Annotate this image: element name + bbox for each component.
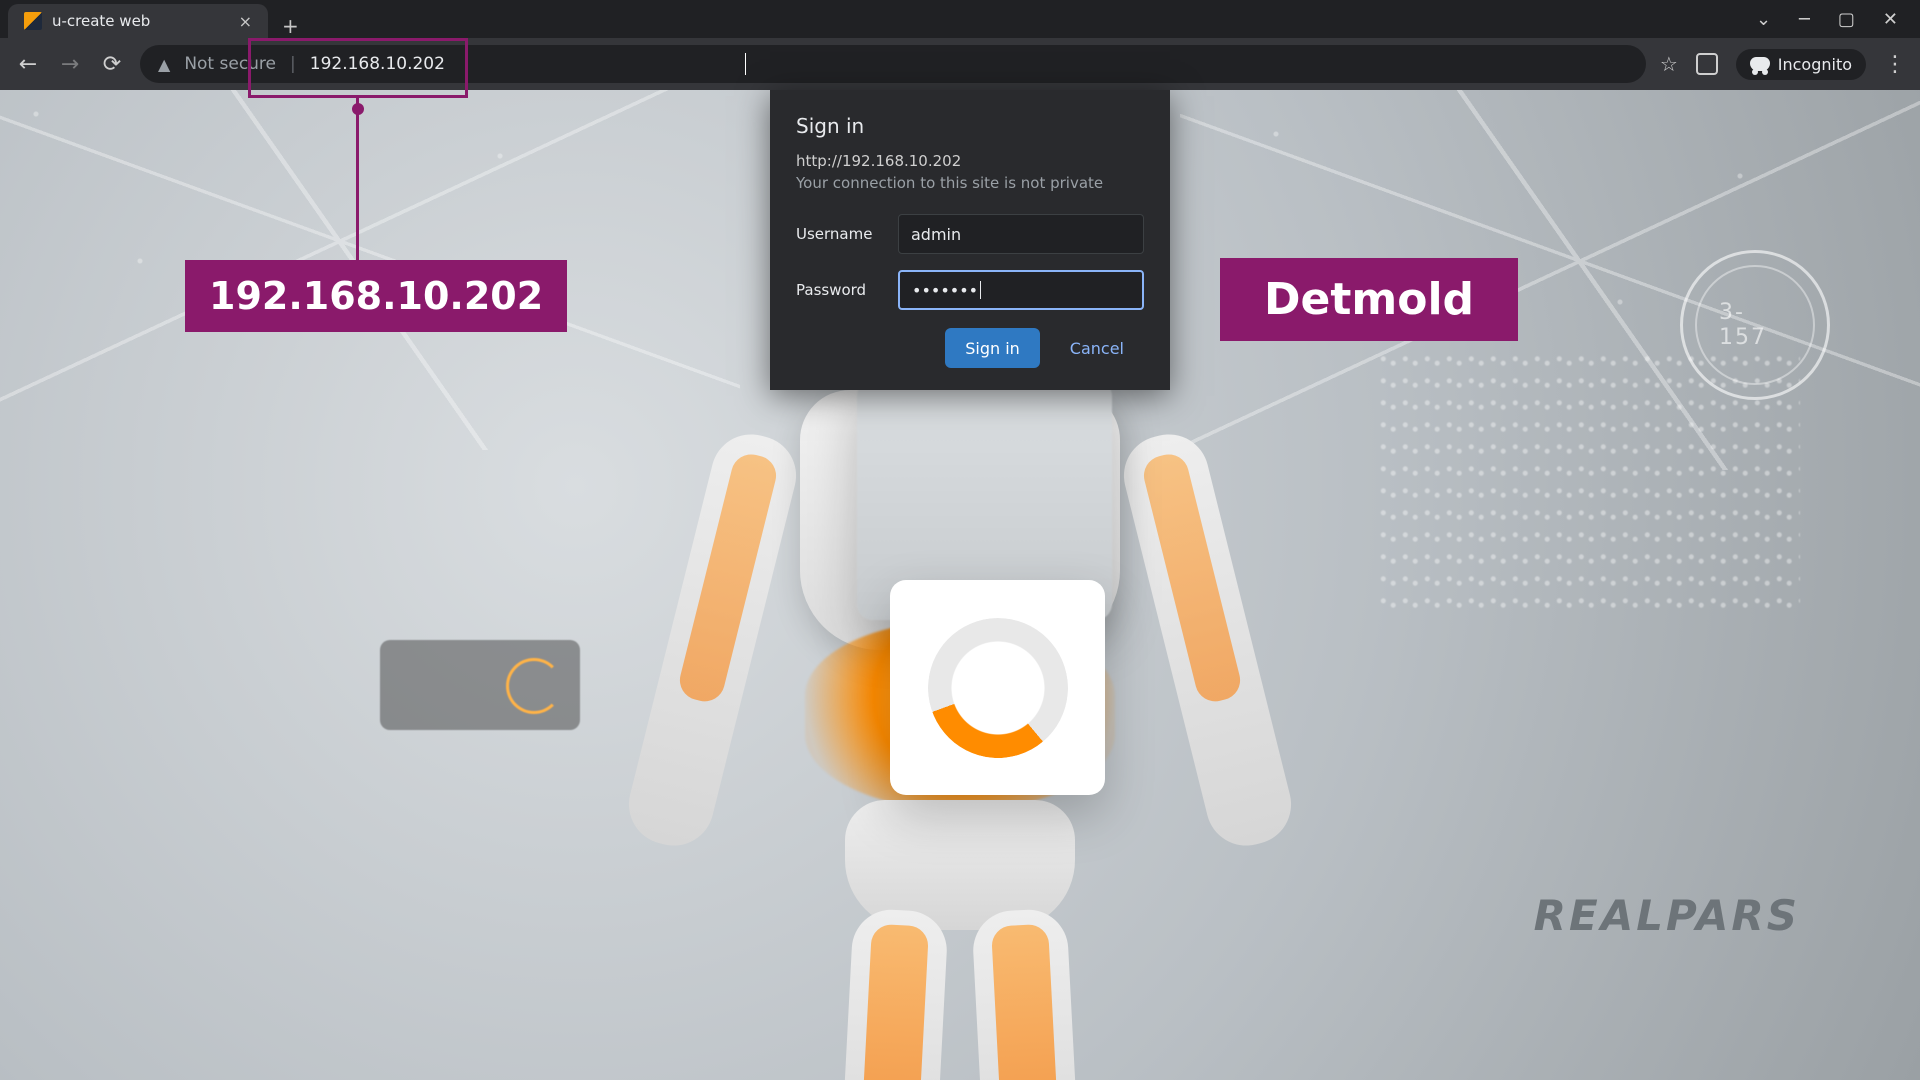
annotation-connector — [356, 98, 359, 260]
annotation-dot — [352, 103, 364, 115]
auth-actions: Sign in Cancel — [796, 328, 1144, 368]
hud-panel-small — [380, 640, 580, 730]
robot-arm-left — [620, 426, 804, 854]
annotation-ip-label: 192.168.10.202 — [185, 260, 567, 332]
floating-tile-front — [890, 580, 1105, 795]
address-cursor — [745, 53, 746, 75]
auth-row-username: Username admin — [796, 214, 1144, 254]
hud-ring-text: 3-157 — [1719, 300, 1791, 350]
password-field[interactable]: ••••••• — [898, 270, 1144, 310]
reload-icon[interactable]: ⟳ — [98, 52, 126, 77]
window-controls: ⌄ ─ ▢ ✕ — [1734, 0, 1920, 38]
title-bar: u-create web × + — [0, 0, 1920, 38]
new-tab-button[interactable]: + — [268, 14, 313, 38]
cancel-button[interactable]: Cancel — [1050, 328, 1144, 368]
auth-title: Sign in — [796, 114, 1144, 138]
tab-title: u-create web — [52, 12, 150, 30]
watermark: REALPARS — [1534, 891, 1800, 940]
auth-row-password: Password ••••••• — [796, 270, 1144, 310]
incognito-badge[interactable]: Incognito — [1736, 49, 1866, 80]
auth-site: http://192.168.10.202 — [796, 152, 1144, 170]
auth-note: Your connection to this site is not priv… — [796, 174, 1144, 192]
incognito-icon — [1750, 57, 1770, 71]
password-value: ••••••• — [912, 281, 978, 300]
tab-search-icon[interactable]: ⌄ — [1756, 9, 1771, 30]
progress-ring-icon — [899, 589, 1096, 786]
extensions-icon[interactable] — [1696, 53, 1718, 75]
hud-ring-decor: 3-157 — [1680, 250, 1830, 400]
robot-leg-right — [971, 908, 1082, 1080]
forward-icon[interactable]: → — [56, 52, 84, 77]
annotation-detmold-label: Detmold — [1220, 258, 1518, 341]
close-window-icon[interactable]: ✕ — [1883, 9, 1898, 30]
username-label: Username — [796, 225, 884, 243]
browser-window: u-create web × + ⌄ ─ ▢ ✕ ← → ⟳ ▲ Not sec… — [0, 0, 1920, 1080]
text-caret — [980, 281, 981, 299]
username-field[interactable]: admin — [898, 214, 1144, 254]
signin-button[interactable]: Sign in — [945, 328, 1040, 368]
bookmark-icon[interactable]: ☆ — [1660, 52, 1678, 76]
robot-arm-right — [1115, 426, 1299, 854]
username-value: admin — [911, 225, 961, 244]
toolbar-right: ☆ Incognito ⋮ — [1660, 49, 1906, 80]
close-tab-icon[interactable]: × — [239, 12, 252, 31]
favicon-icon — [24, 12, 42, 30]
robot-leg-left — [838, 908, 949, 1080]
not-secure-icon: ▲ — [158, 55, 170, 74]
minimize-icon[interactable]: ─ — [1799, 9, 1810, 30]
password-label: Password — [796, 281, 884, 299]
incognito-label: Incognito — [1778, 55, 1852, 74]
menu-icon[interactable]: ⋮ — [1884, 52, 1906, 77]
back-icon[interactable]: ← — [14, 52, 42, 77]
auth-dialog: Sign in http://192.168.10.202 Your conne… — [770, 90, 1170, 390]
annotation-url-highlight — [248, 38, 468, 98]
maximize-icon[interactable]: ▢ — [1838, 9, 1855, 30]
tab-ucreate[interactable]: u-create web × — [8, 4, 268, 38]
